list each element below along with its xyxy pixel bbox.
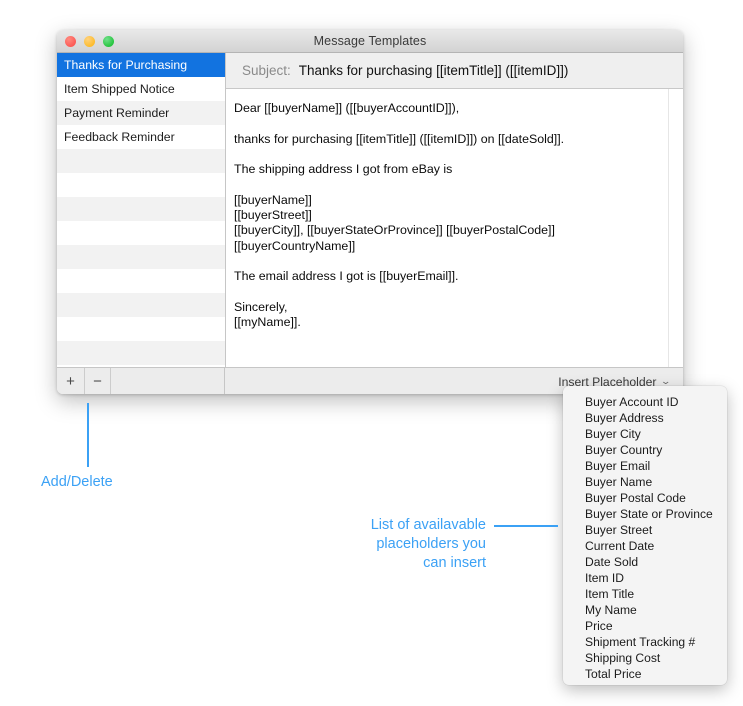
annotation-leader-line-placeholder-list bbox=[494, 525, 558, 527]
window-title: Message Templates bbox=[313, 34, 427, 48]
window-titlebar[interactable]: Message Templates bbox=[57, 30, 683, 53]
template-list-empty-row bbox=[57, 317, 225, 341]
subject-label: Subject: bbox=[242, 63, 291, 78]
template-list-empty-row bbox=[57, 197, 225, 221]
template-editor-pane: Subject: Thanks for purchasing [[itemTit… bbox=[226, 53, 683, 367]
template-list-empty-row bbox=[57, 221, 225, 245]
close-window-icon[interactable] bbox=[65, 36, 76, 47]
menu-item-buyer-street[interactable]: Buyer Street bbox=[563, 522, 727, 538]
message-templates-window: Message Templates Thanks for Purchasing … bbox=[57, 30, 683, 394]
subject-row: Subject: Thanks for purchasing [[itemTit… bbox=[226, 53, 683, 89]
add-template-button[interactable]: + bbox=[57, 368, 85, 394]
template-list-empty-row bbox=[57, 341, 225, 365]
menu-item-price[interactable]: Price bbox=[563, 618, 727, 634]
vertical-scrollbar[interactable] bbox=[668, 89, 669, 367]
menu-item-buyer-country[interactable]: Buyer Country bbox=[563, 442, 727, 458]
menu-item-total-price[interactable]: Total Price bbox=[563, 666, 727, 682]
screenshot-canvas: Message Templates Thanks for Purchasing … bbox=[0, 0, 743, 706]
menu-item-buyer-email[interactable]: Buyer Email bbox=[563, 458, 727, 474]
annotation-placeholder-list: List of availavable placeholders you can… bbox=[370, 517, 486, 571]
message-body-editor[interactable]: Dear [[buyerName]] ([[buyerAccountID]]),… bbox=[226, 89, 683, 367]
menu-item-my-name[interactable]: My Name bbox=[563, 602, 727, 618]
annotation-leader-line-add-delete bbox=[87, 403, 89, 467]
template-list-empty-row bbox=[57, 293, 225, 317]
message-body-text[interactable]: Dear [[buyerName]] ([[buyerAccountID]]),… bbox=[234, 101, 669, 330]
menu-item-buyer-postal-code[interactable]: Buyer Postal Code bbox=[563, 490, 727, 506]
menu-item-date-sold[interactable]: Date Sold bbox=[563, 554, 727, 570]
template-list-empty-row bbox=[57, 149, 225, 173]
annotation-add-delete: Add/Delete bbox=[41, 474, 113, 490]
delete-template-button[interactable]: − bbox=[85, 368, 111, 394]
maximize-window-icon[interactable] bbox=[103, 36, 114, 47]
template-list[interactable]: Thanks for Purchasing Item Shipped Notic… bbox=[57, 53, 226, 367]
placeholder-dropdown-menu[interactable]: Buyer Account ID Buyer Address Buyer Cit… bbox=[563, 386, 727, 685]
add-delete-segmented-control: + − bbox=[57, 368, 225, 394]
template-list-item-feedback-reminder[interactable]: Feedback Reminder bbox=[57, 125, 225, 149]
menu-item-item-id[interactable]: Item ID bbox=[563, 570, 727, 586]
template-list-item-payment-reminder[interactable]: Payment Reminder bbox=[57, 101, 225, 125]
menu-item-buyer-state-or-province[interactable]: Buyer State or Province bbox=[563, 506, 727, 522]
template-list-item-item-shipped-notice[interactable]: Item Shipped Notice bbox=[57, 77, 225, 101]
menu-item-current-date[interactable]: Current Date bbox=[563, 538, 727, 554]
menu-item-buyer-name[interactable]: Buyer Name bbox=[563, 474, 727, 490]
menu-item-shipping-cost[interactable]: Shipping Cost bbox=[563, 650, 727, 666]
menu-item-buyer-account-id[interactable]: Buyer Account ID bbox=[563, 394, 727, 410]
window-content: Thanks for Purchasing Item Shipped Notic… bbox=[57, 53, 683, 367]
menu-item-item-title[interactable]: Item Title bbox=[563, 586, 727, 602]
template-list-item-thanks-for-purchasing[interactable]: Thanks for Purchasing bbox=[57, 53, 225, 77]
menu-item-buyer-city[interactable]: Buyer City bbox=[563, 426, 727, 442]
menu-item-shipment-tracking-number[interactable]: Shipment Tracking # bbox=[563, 634, 727, 650]
minimize-window-icon[interactable] bbox=[84, 36, 95, 47]
subject-input[interactable]: Thanks for purchasing [[itemTitle]] ([[i… bbox=[299, 63, 569, 78]
menu-item-buyer-address[interactable]: Buyer Address bbox=[563, 410, 727, 426]
template-list-empty-row bbox=[57, 245, 225, 269]
template-list-empty-row bbox=[57, 269, 225, 293]
traffic-light-group bbox=[65, 36, 114, 47]
chevron-down-icon: ⌄ bbox=[660, 376, 672, 386]
template-list-empty-row bbox=[57, 173, 225, 197]
